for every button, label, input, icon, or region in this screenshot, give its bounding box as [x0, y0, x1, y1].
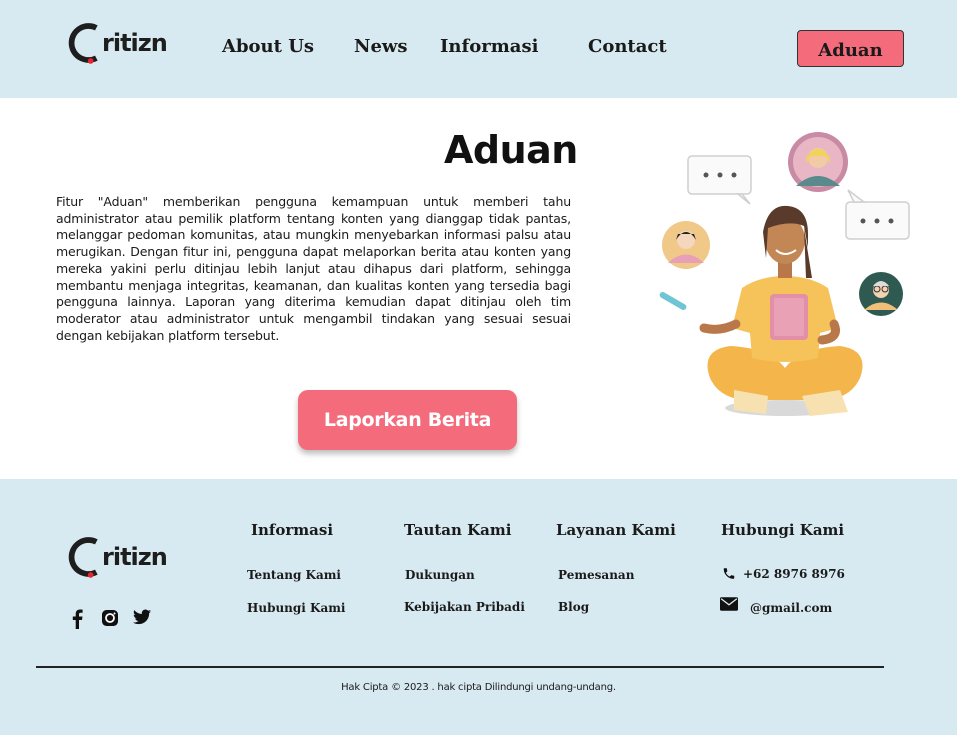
footer-link-hubungi-kami[interactable]: Hubungi Kami [247, 601, 346, 615]
footer-col-hubungi-title: Hubungi Kami [721, 521, 845, 539]
copyright-text: Hak Cipta © 2023 . hak cipta Dilindungi … [341, 682, 616, 693]
site-footer: ritizn Informasi Tentang Kami Hubungi Ka… [0, 479, 957, 735]
footer-email[interactable]: @gmail.com [750, 601, 832, 615]
nav-informasi[interactable]: Informasi [440, 36, 538, 57]
logo-text: ritizn [102, 29, 168, 57]
logo-c-mark-icon [68, 537, 98, 578]
person-with-tablet-illustration [659, 132, 910, 416]
instagram-icon[interactable] [101, 609, 119, 627]
footer-link-dukungan[interactable]: Dukungan [405, 568, 475, 582]
footer-col-layanan-title: Layanan Kami [556, 521, 676, 539]
footer-divider [36, 666, 884, 668]
avatar-left-icon [662, 221, 710, 269]
twitter-icon[interactable] [133, 609, 151, 625]
aduan-button[interactable]: Aduan [797, 30, 904, 67]
nav-news[interactable]: News [354, 36, 408, 57]
nav-contact[interactable]: Contact [588, 36, 667, 57]
facebook-icon[interactable] [70, 609, 84, 629]
footer-link-tentang-kami[interactable]: Tentang Kami [247, 568, 341, 582]
avatar-top-icon [788, 132, 848, 192]
mail-icon [720, 597, 738, 611]
footer-phone-number[interactable]: +62 8976 8976 [743, 567, 845, 581]
aduan-description: Fitur "Aduan" memberikan pengguna kemamp… [56, 194, 571, 343]
logo-c-mark-icon [68, 23, 98, 64]
speech-bubble-left-icon [687, 155, 752, 205]
nav-about-us[interactable]: About Us [222, 36, 314, 57]
page-title: Aduan [444, 128, 578, 172]
avatar-right-icon [859, 272, 903, 316]
logo-text: ritizn [102, 543, 168, 571]
header-logo[interactable]: ritizn [68, 20, 168, 66]
speech-bubble-right-icon [845, 189, 910, 240]
footer-logo[interactable]: ritizn [68, 534, 168, 580]
footer-col-informasi-title: Informasi [251, 521, 334, 539]
footer-link-blog[interactable]: Blog [558, 600, 589, 614]
phone-icon [723, 568, 735, 579]
site-header: ritizn About Us News Informasi Contact A… [0, 0, 957, 98]
footer-link-kebijakan-pribadi[interactable]: Kebijakan Pribadi [404, 600, 525, 614]
footer-col-tautan-title: Tautan Kami [404, 521, 512, 539]
report-news-button[interactable]: Laporkan Berita [298, 390, 517, 450]
footer-link-pemesanan[interactable]: Pemesanan [558, 568, 634, 582]
